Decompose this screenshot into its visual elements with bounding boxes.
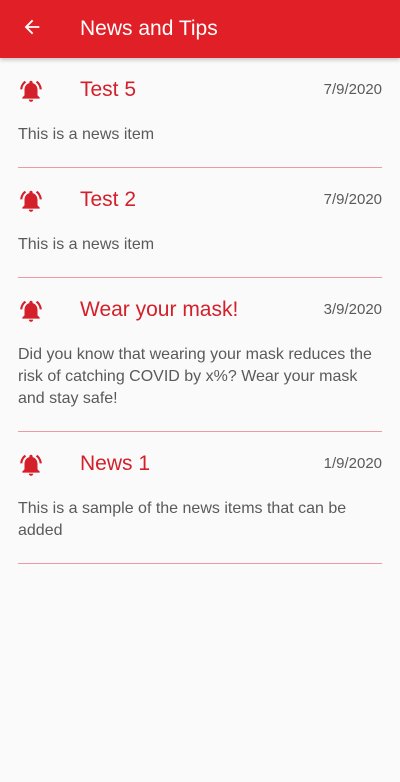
bell-ring-icon bbox=[18, 452, 44, 478]
news-list: Test 5 7/9/2020 This is a news item Test… bbox=[0, 58, 400, 564]
news-item[interactable]: Wear your mask! 3/9/2020 Did you know th… bbox=[18, 278, 382, 432]
bell-ring-icon bbox=[18, 298, 44, 324]
news-title: Test 5 bbox=[80, 78, 137, 101]
bell-ring-icon bbox=[18, 188, 44, 214]
news-date: 7/9/2020 bbox=[323, 81, 382, 98]
news-title: News 1 bbox=[80, 452, 151, 475]
news-date: 1/9/2020 bbox=[323, 455, 382, 472]
news-date: 7/9/2020 bbox=[323, 191, 382, 208]
news-item[interactable]: Test 2 7/9/2020 This is a news item bbox=[18, 168, 382, 278]
back-button[interactable] bbox=[12, 9, 52, 49]
news-body: This is a news item bbox=[18, 126, 155, 143]
news-body: This is a news item bbox=[18, 236, 155, 253]
news-title: Wear your mask! bbox=[80, 298, 239, 321]
news-item[interactable]: Test 5 7/9/2020 This is a news item bbox=[18, 58, 382, 168]
page-title: News and Tips bbox=[80, 17, 218, 40]
news-date: 3/9/2020 bbox=[323, 301, 382, 318]
arrow-left-icon bbox=[21, 16, 43, 43]
app-bar: News and Tips bbox=[0, 0, 400, 58]
bell-ring-icon bbox=[18, 78, 44, 104]
news-title: Test 2 bbox=[80, 188, 137, 211]
news-body: Did you know that wearing your mask redu… bbox=[18, 346, 372, 407]
news-item[interactable]: News 1 1/9/2020 This is a sample of the … bbox=[18, 432, 382, 564]
news-body: This is a sample of the news items that … bbox=[18, 500, 347, 539]
